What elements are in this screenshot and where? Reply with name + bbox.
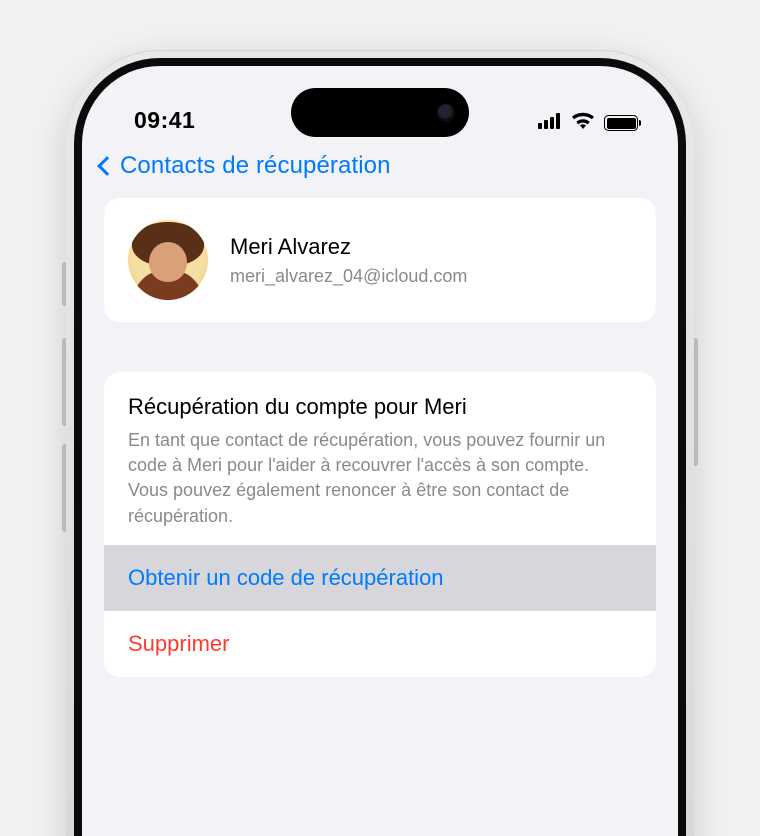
section-description: En tant que contact de récupération, vou…	[128, 428, 632, 529]
wifi-icon	[571, 112, 595, 134]
get-recovery-code-button[interactable]: Obtenir un code de récupération	[104, 545, 656, 611]
screen: 09:41	[82, 66, 678, 836]
section-title: Récupération du compte pour Meri	[128, 394, 632, 420]
delete-button[interactable]: Supprimer	[104, 611, 656, 677]
nav-bar: Contacts de récupération	[82, 138, 678, 198]
battery-icon	[604, 115, 638, 131]
contact-email: meri_alvarez_04@icloud.com	[230, 266, 467, 287]
dynamic-island	[291, 88, 469, 137]
avatar	[128, 220, 208, 300]
account-recovery-card: Récupération du compte pour Meri En tant…	[104, 372, 656, 677]
back-button[interactable]: Contacts de récupération	[120, 152, 391, 180]
contact-card: Meri Alvarez meri_alvarez_04@icloud.com	[104, 198, 656, 322]
phone-frame: 09:41	[66, 50, 694, 836]
cellular-icon	[538, 113, 562, 134]
contact-name: Meri Alvarez	[230, 234, 467, 260]
status-time: 09:41	[134, 107, 195, 134]
back-chevron-icon[interactable]	[97, 156, 117, 176]
